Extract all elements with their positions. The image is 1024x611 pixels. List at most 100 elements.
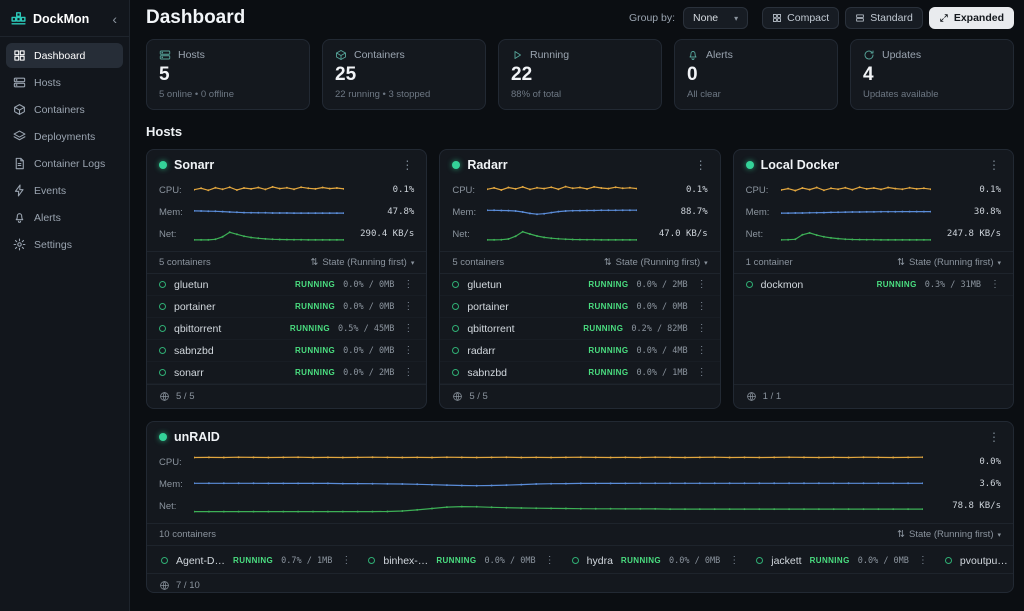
sort-control[interactable]: ⇅ State (Running first) ▾ <box>897 529 1001 540</box>
sidebar-item-label: Hosts <box>34 77 61 89</box>
kebab-menu-icon[interactable]: ⋮ <box>402 301 414 312</box>
kebab-menu-icon[interactable]: ⋮ <box>544 555 556 566</box>
containers-count-label: 5 containers <box>452 257 504 268</box>
metric-row: Net: 247.8 KB/s <box>746 223 1001 245</box>
container-stats: 0.0% / 1MB <box>636 368 687 378</box>
metric-value: 78.8 KB/s <box>931 501 1001 511</box>
metric-label: CPU: <box>159 457 186 468</box>
chevron-down-icon: ▾ <box>997 531 1001 539</box>
host-name: Radarr <box>467 158 686 172</box>
container-status-icon <box>159 303 166 310</box>
view-expanded-button[interactable]: Expanded <box>929 7 1014 29</box>
metric-row: CPU: 0.1% <box>159 179 414 201</box>
kebab-menu-icon[interactable]: ⋮ <box>696 301 708 312</box>
sidebar-item-label: Alerts <box>34 212 61 224</box>
container-row[interactable]: gluetun RUNNING 0.0% / 0MB ⋮ <box>147 274 426 296</box>
metric-row: Net: 290.4 KB/s <box>159 223 414 245</box>
host-card-footer: 7 / 10 <box>147 573 1013 593</box>
sidebar-collapse-icon[interactable]: ‹ <box>110 14 119 24</box>
globe-icon <box>159 580 170 591</box>
container-row[interactable]: portainer RUNNING 0.0% / 0MB ⋮ <box>440 296 719 318</box>
mem-sparkline <box>487 203 637 221</box>
kebab-menu-icon[interactable]: ⋮ <box>696 323 708 334</box>
sort-icon: ⇅ <box>310 257 318 268</box>
globe-icon <box>159 391 170 402</box>
sort-control[interactable]: ⇅ State (Running first) ▾ <box>897 257 1001 268</box>
container-name: radarr <box>467 345 580 357</box>
sidebar-item-events[interactable]: Events <box>6 178 123 203</box>
kebab-menu-icon[interactable]: ⋮ <box>340 555 352 566</box>
container-row[interactable]: pvoutpu… RUNNING 0.0% / 1MB ⋮ <box>937 548 1013 573</box>
container-name: dockmon <box>761 279 869 291</box>
sidebar-item-dashboard[interactable]: Dashboard <box>6 43 123 68</box>
sort-control[interactable]: ⇅ State (Running first) ▾ <box>310 257 414 268</box>
group-by-select[interactable]: None ▾ <box>683 7 748 29</box>
sidebar-item-hosts[interactable]: Hosts <box>6 70 123 95</box>
container-stats: 0.0% / 0MB <box>343 302 394 312</box>
container-row[interactable]: jackett RUNNING 0.0% / 0MB ⋮ <box>748 548 937 573</box>
container-row[interactable]: portainer RUNNING 0.0% / 0MB ⋮ <box>147 296 426 318</box>
sidebar-item-label: Container Logs <box>34 158 105 170</box>
metric-value: 0.1% <box>352 185 414 195</box>
container-status-icon <box>756 557 763 564</box>
kebab-menu-icon[interactable]: ⋮ <box>728 555 740 566</box>
kebab-menu-icon[interactable]: ⋮ <box>987 158 1001 172</box>
stats-row: Hosts 5 5 online • 0 offline Containers … <box>146 39 1014 110</box>
sidebar-item-container-logs[interactable]: Container Logs <box>6 151 123 176</box>
sidebar-item-deployments[interactable]: Deployments <box>6 124 123 149</box>
container-row[interactable]: Agent-D… RUNNING 0.7% / 1MB ⋮ <box>153 548 360 573</box>
stat-card-updates: Updates 4 Updates available <box>850 39 1014 110</box>
metric-label: CPU: <box>159 185 186 196</box>
container-stats: 0.0% / 0MB <box>343 280 394 290</box>
cpu-sparkline <box>487 181 637 199</box>
kebab-menu-icon[interactable]: ⋮ <box>987 430 1001 444</box>
host-name: Sonarr <box>174 158 393 172</box>
container-row[interactable]: dockmon RUNNING 0.3% / 31MB ⋮ <box>734 274 1013 296</box>
container-row[interactable]: qbittorrent RUNNING 0.2% / 82MB ⋮ <box>440 318 719 340</box>
sort-icon: ⇅ <box>604 257 612 268</box>
view-mode-buttons: Compact Standard Expanded <box>762 7 1014 29</box>
kebab-menu-icon[interactable]: ⋮ <box>402 279 414 290</box>
container-state-badge: RUNNING <box>588 302 628 311</box>
sidebar-item-label: Containers <box>34 104 85 116</box>
host-name: unRAID <box>174 430 980 444</box>
kebab-menu-icon[interactable]: ⋮ <box>402 367 414 378</box>
container-row[interactable]: sabnzbd RUNNING 0.0% / 0MB ⋮ <box>147 340 426 362</box>
container-row[interactable]: sabnzbd RUNNING 0.0% / 1MB ⋮ <box>440 362 719 384</box>
kebab-menu-icon[interactable]: ⋮ <box>694 158 708 172</box>
container-status-icon <box>452 325 459 332</box>
server-icon <box>13 76 26 89</box>
sort-label: State (Running first) <box>909 257 993 268</box>
kebab-menu-icon[interactable]: ⋮ <box>400 158 414 172</box>
metric-label: Net: <box>452 229 479 240</box>
kebab-menu-icon[interactable]: ⋮ <box>989 279 1001 290</box>
hosts-section-title: Hosts <box>146 124 1014 139</box>
container-state-badge: RUNNING <box>233 556 273 565</box>
kebab-menu-icon[interactable]: ⋮ <box>402 345 414 356</box>
view-standard-button[interactable]: Standard <box>845 7 923 29</box>
host-card-footer: 5 / 5 <box>147 384 426 408</box>
container-row[interactable]: sonarr RUNNING 0.0% / 2MB ⋮ <box>147 362 426 384</box>
sidebar-item-label: Dashboard <box>34 50 85 62</box>
sidebar-item-label: Deployments <box>34 131 95 143</box>
kebab-menu-icon[interactable]: ⋮ <box>696 367 708 378</box>
sidebar-item-settings[interactable]: Settings <box>6 232 123 257</box>
sidebar-item-alerts[interactable]: Alerts <box>6 205 123 230</box>
kebab-menu-icon[interactable]: ⋮ <box>917 555 929 566</box>
container-row[interactable]: qbittorrent RUNNING 0.5% / 45MB ⋮ <box>147 318 426 340</box>
view-compact-button[interactable]: Compact <box>762 7 839 29</box>
sidebar-item-containers[interactable]: Containers <box>6 97 123 122</box>
metric-value: 247.8 KB/s <box>939 229 1001 239</box>
container-row[interactable]: radarr RUNNING 0.0% / 4MB ⋮ <box>440 340 719 362</box>
sort-control[interactable]: ⇅ State (Running first) ▾ <box>604 257 708 268</box>
view-button-label: Compact <box>787 12 829 24</box>
kebab-menu-icon[interactable]: ⋮ <box>696 279 708 290</box>
stat-subtext: 22 running • 3 stopped <box>335 89 473 100</box>
stat-subtext: Updates available <box>863 89 1001 100</box>
kebab-menu-icon[interactable]: ⋮ <box>696 345 708 356</box>
kebab-menu-icon[interactable]: ⋮ <box>402 323 414 334</box>
container-row[interactable]: binhex-… RUNNING 0.0% / 0MB ⋮ <box>360 548 563 573</box>
topbar: Dashboard Group by: None ▾ Compact Stand… <box>146 0 1014 36</box>
container-row[interactable]: hydra RUNNING 0.0% / 0MB ⋮ <box>564 548 749 573</box>
container-row[interactable]: gluetun RUNNING 0.0% / 2MB ⋮ <box>440 274 719 296</box>
